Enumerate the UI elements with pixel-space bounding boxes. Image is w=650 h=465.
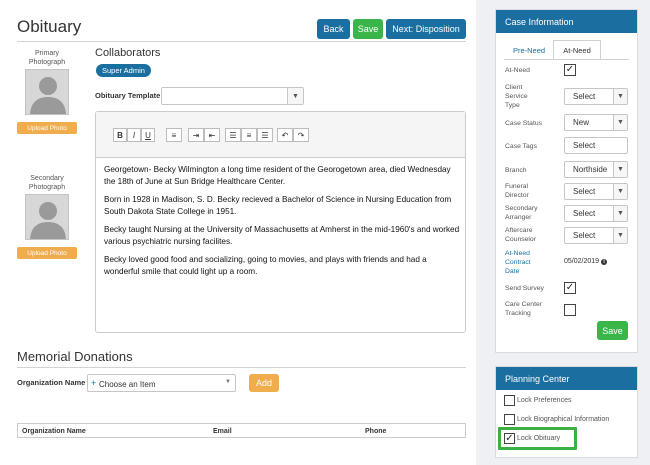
chevron-down-icon: ▼: [225, 379, 231, 385]
contract-date-text: 05/02/2019: [564, 258, 600, 265]
tab-at-need[interactable]: At-Need: [553, 40, 601, 60]
indent-icon[interactable]: ⇥: [188, 128, 204, 142]
client-service-type-label: Client Service Type: [505, 84, 528, 109]
obituary-editor[interactable]: B I U ≡ ⇥ ⇤ ☰ ≡ ☰ ↶ ↷ Georgetown- Becky …: [95, 111, 466, 333]
lock-preferences-checkbox[interactable]: [504, 395, 515, 406]
underline-button[interactable]: U: [141, 128, 155, 142]
secondary-arranger-value: Select: [573, 209, 596, 218]
chevron-down-icon: ▼: [613, 115, 627, 130]
editor-content[interactable]: Georgetown- Becky Wilmington a long time…: [104, 164, 464, 284]
primary-photo: [25, 69, 69, 115]
care-center-tracking-checkbox[interactable]: [564, 304, 576, 316]
person-silhouette-icon: [30, 202, 66, 239]
planning-center-title: Planning Center: [496, 367, 637, 390]
chevron-down-icon: ▼: [613, 206, 627, 221]
case-tags-input[interactable]: Select: [564, 137, 628, 154]
at-need-contract-date-link[interactable]: At-Need Contract Date: [505, 249, 560, 276]
send-survey-checkbox[interactable]: ✓: [564, 282, 576, 294]
align-right-icon[interactable]: ☰: [257, 128, 273, 142]
tabs-divider: [504, 59, 629, 60]
obituary-paragraph: Becky taught Nursing at the University o…: [104, 225, 460, 246]
organization-name-label: Organization Name: [17, 378, 86, 387]
branch-select[interactable]: Northside ▼: [564, 161, 628, 178]
case-tags-label: Case Tags: [505, 143, 537, 150]
align-left-icon[interactable]: ☰: [225, 128, 241, 142]
chevron-down-icon: ▼: [287, 88, 303, 104]
aftercare-counselor-select[interactable]: Select ▼: [564, 227, 628, 244]
funeral-director-label: Funeral Director: [505, 183, 529, 199]
undo-icon[interactable]: ↶: [277, 128, 293, 142]
obituary-paragraph: Becky loved good food and socializing, g…: [104, 255, 427, 276]
obituary-paragraph: Georgetown- Becky Wilmington a long time…: [104, 165, 451, 186]
secondary-arranger-select[interactable]: Select ▼: [564, 205, 628, 222]
chevron-down-icon: ▼: [613, 162, 627, 177]
at-need-label: At-Need: [505, 67, 530, 74]
case-status-select[interactable]: New ▼: [564, 114, 628, 131]
outdent-icon[interactable]: ⇤: [204, 128, 220, 142]
secondary-photo: [25, 194, 69, 240]
tab-pre-need[interactable]: Pre-Need: [506, 40, 552, 60]
secondary-photo-label: Secondary Photograph: [28, 175, 66, 191]
care-center-tracking-label: Care Center Tracking: [505, 301, 543, 317]
chevron-down-icon: ▼: [613, 228, 627, 243]
client-service-type-value: Select: [573, 92, 596, 101]
editor-toolbar: B I U ≡ ⇥ ⇤ ☰ ≡ ☰ ↶ ↷: [96, 112, 465, 158]
lock-biographical-item[interactable]: Lock Biographical Information: [504, 414, 609, 425]
redo-icon[interactable]: ↷: [293, 128, 309, 142]
lock-biographical-label: Lock Biographical Information: [517, 416, 610, 423]
at-need-checkbox[interactable]: ✓: [564, 64, 576, 76]
donations-divider: [17, 367, 466, 368]
funeral-director-select[interactable]: Select ▼: [564, 183, 628, 200]
plus-icon: +: [91, 378, 97, 388]
column-organization-name: Organization Name: [22, 428, 86, 435]
case-information-title: Case Information: [496, 10, 637, 33]
bold-button[interactable]: B: [113, 128, 127, 142]
collaborators-title: Collaborators: [95, 47, 161, 59]
add-organization-button[interactable]: Add: [249, 374, 279, 392]
organization-placeholder: Choose an Item: [99, 380, 156, 389]
aftercare-counselor-value: Select: [573, 231, 596, 240]
funeral-director-value: Select: [573, 187, 596, 196]
secondary-arranger-label: Secondary Arranger: [505, 205, 538, 221]
aftercare-counselor-label: Aftercare Counselor: [505, 227, 536, 243]
client-service-type-select[interactable]: Select ▼: [564, 88, 628, 105]
case-save-button[interactable]: Save: [597, 321, 628, 340]
upload-primary-photo-button[interactable]: Upload Photo: [17, 122, 77, 134]
page-title: Obituary: [17, 17, 82, 36]
obituary-template-label: Obituary Template: [95, 91, 161, 100]
case-status-value: New: [573, 118, 590, 127]
italic-button[interactable]: I: [127, 128, 141, 142]
donations-table: Organization Name Email Phone: [17, 423, 466, 438]
send-survey-label: Send Survey: [505, 285, 544, 292]
primary-photo-label: Primary Photograph: [28, 50, 66, 66]
lock-obituary-highlight: [498, 427, 577, 450]
chevron-down-icon: ▼: [613, 89, 627, 104]
lock-preferences-item[interactable]: Lock Preferences: [504, 395, 571, 406]
contract-date-value: 05/02/2019 i: [564, 258, 608, 265]
align-center-icon[interactable]: ≡: [241, 128, 257, 142]
obituary-paragraph: Born in 1928 in Madison, S. D. Becky rec…: [104, 195, 452, 216]
chevron-down-icon: ▼: [613, 184, 627, 199]
super-admin-badge[interactable]: Super Admin: [96, 64, 151, 77]
branch-value: Northside: [573, 165, 608, 174]
column-phone: Phone: [365, 428, 387, 435]
lock-preferences-label: Lock Preferences: [517, 397, 572, 404]
lock-biographical-checkbox[interactable]: [504, 414, 515, 425]
case-status-label: Case Status: [505, 120, 543, 127]
organization-select[interactable]: + Choose an Item ▼: [87, 374, 236, 392]
memorial-donations-title: Memorial Donations: [17, 349, 133, 364]
info-icon[interactable]: i: [601, 258, 608, 265]
back-button[interactable]: Back: [317, 19, 350, 39]
upload-secondary-photo-button[interactable]: Upload Photo: [17, 247, 77, 259]
save-button[interactable]: Save: [353, 19, 383, 39]
column-email: Email: [213, 428, 232, 435]
obituary-template-select[interactable]: ▼: [161, 87, 304, 105]
person-silhouette-icon: [30, 77, 66, 114]
next-disposition-button[interactable]: Next: Disposition: [386, 19, 466, 39]
bulleted-list-icon[interactable]: ≡: [166, 128, 182, 142]
title-divider: [17, 41, 466, 42]
branch-label: Branch: [505, 167, 527, 174]
